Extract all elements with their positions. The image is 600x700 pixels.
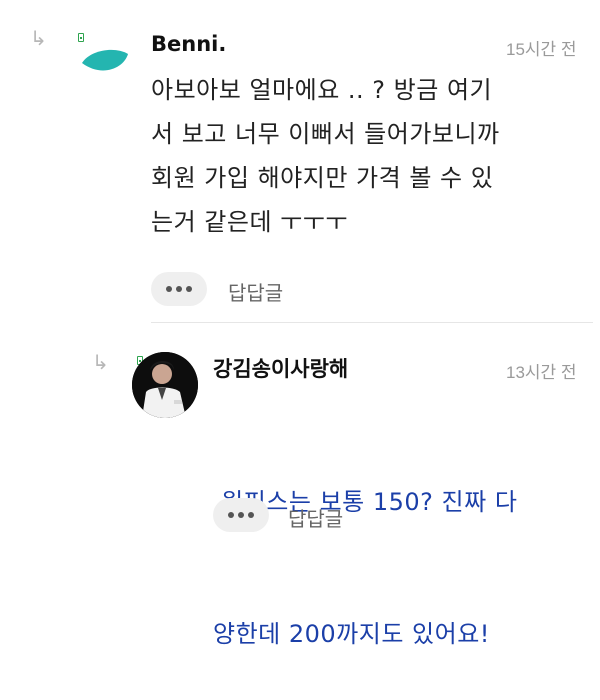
reply-link[interactable]: 답답글 xyxy=(228,277,283,306)
dot xyxy=(166,286,172,292)
comment-text-line: 원피스는 보통 150? 진짜 다 xyxy=(213,488,518,516)
comment-text: 아보아보 얼마에요 .. ? 방금 여기 서 보고 너무 이뻐서 들어가보니까 … xyxy=(151,68,591,244)
more-options-button[interactable] xyxy=(213,498,269,532)
dot xyxy=(186,286,192,292)
avatar-image xyxy=(132,352,198,418)
comment-text-line: 회원 가입 해야지만 가격 볼 수 있 xyxy=(151,164,494,192)
divider xyxy=(151,322,593,323)
reply-arrow-icon: ↳ xyxy=(92,350,109,374)
comment-text-line: 서 보고 너무 이뻐서 들어가보니까 xyxy=(151,120,500,148)
avatar[interactable] xyxy=(132,352,198,418)
comment-timestamp: 13시간 전 xyxy=(506,363,577,382)
reply-arrow-icon: ↳ xyxy=(30,26,47,50)
level-badge-icon xyxy=(78,33,84,42)
comment-timestamp: 15시간 전 xyxy=(506,40,577,59)
comment-text-line: 양한데 200까지도 있어요! xyxy=(213,620,490,648)
dot xyxy=(228,512,234,518)
dot xyxy=(238,512,244,518)
dot xyxy=(248,512,254,518)
comment-text-line: 아보아보 얼마에요 .. ? 방금 여기 xyxy=(151,76,493,104)
comment-text-line: 는거 같은데 ㅜㅜㅜ xyxy=(151,208,348,236)
comment-author[interactable]: Benni. xyxy=(151,32,226,56)
reply-link[interactable]: 답답글 xyxy=(288,503,343,532)
more-options-button[interactable] xyxy=(151,272,207,306)
comment-author[interactable]: 강김송이사랑해 xyxy=(213,353,348,383)
avatar[interactable] xyxy=(80,48,130,76)
dot xyxy=(176,286,182,292)
comment-text: 원피스는 보통 150? 진짜 다 양한데 200까지도 있어요! xyxy=(213,392,593,700)
